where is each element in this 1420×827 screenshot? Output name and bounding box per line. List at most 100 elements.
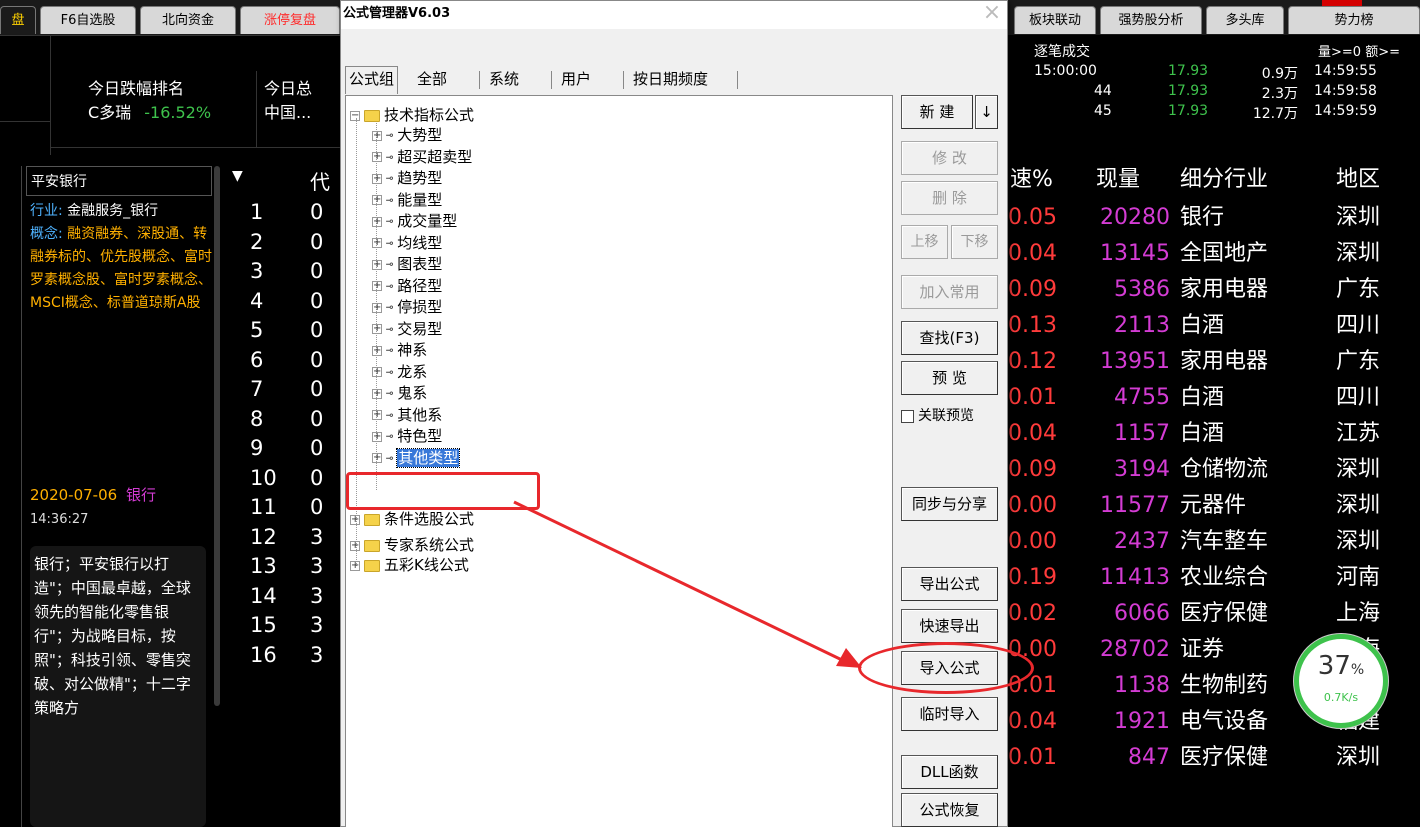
region-cell: 深圳 (1336, 457, 1381, 482)
news-content[interactable]: 银行；平安银行以打造"；中国最卓越，全球领先的智能化零售银行"；为战略目标，按照… (30, 546, 206, 827)
sort-arrow-icon[interactable]: ▼ (232, 168, 243, 184)
code-column-header[interactable]: 代 (310, 166, 330, 195)
col-header-industry[interactable]: 细分行业 (1180, 160, 1268, 200)
volume-filter[interactable]: 量>=0 额>= (1318, 41, 1400, 60)
edit-formula-button[interactable]: 修 改 (901, 141, 998, 175)
tick-time-2: 14:59:55 (1314, 63, 1377, 79)
ranking-entry[interactable]: C多瑞 -16.52% (88, 99, 211, 123)
tree-node-colored-candle[interactable]: + 五彩K线公式 (350, 556, 469, 575)
tree-node-formula-type[interactable]: + ⊸ 图表型 (372, 255, 442, 274)
rank-table-row[interactable]: 80 (222, 407, 340, 436)
find-button[interactable]: 查找(F3) (901, 321, 998, 355)
rank-table-row[interactable]: 20 (222, 230, 340, 259)
quick-export-button[interactable]: 快速导出 (901, 609, 998, 643)
tree-node-formula-type[interactable]: + ⊸ 其他系 (372, 406, 442, 425)
quote-table-row[interactable]: 0.12 13951 家用电器 广东 (1008, 344, 1420, 380)
speed-cell: 0.09 (1008, 277, 1057, 302)
rank-table-header: ▼ 代 (222, 166, 340, 196)
col-header-region[interactable]: 地区 (1336, 160, 1380, 200)
volume-cell: 2113 (1114, 313, 1170, 338)
col-header-speed[interactable]: 速% (1010, 160, 1053, 200)
rank-table-row[interactable]: 90 (222, 436, 340, 465)
quote-table-row[interactable]: 0.04 1157 白酒 江苏 (1008, 416, 1420, 452)
rank-table-row[interactable]: 12 3 (222, 525, 340, 554)
dll-function-button[interactable]: DLL函数 (901, 755, 998, 789)
stock-name-header[interactable]: 平安银行 (26, 166, 212, 196)
info-scrollbar[interactable] (214, 166, 220, 706)
key-icon: ⊸ (386, 407, 394, 422)
restore-formula-button[interactable]: 公式恢复 (901, 793, 998, 827)
sync-share-button[interactable]: 同步与分享 (901, 487, 998, 521)
quote-table-row[interactable]: 0.05 20280 银行 深圳 (1008, 200, 1420, 236)
tab-northbound[interactable]: 北向资金 (140, 6, 236, 34)
tree-node-technical-indicators[interactable]: − 技术指标公式 (350, 106, 474, 125)
tree-node-formula-type[interactable]: + ⊸ 特色型 (372, 427, 442, 446)
tree-node-formula-type[interactable]: + ⊸ 鬼系 (372, 384, 427, 403)
quote-table-row[interactable]: 0.00 11577 元器件 深圳 (1008, 488, 1420, 524)
export-formula-button[interactable]: 导出公式 (901, 567, 998, 601)
new-formula-button[interactable]: 新 建 (901, 95, 973, 129)
tree-node-formula-type[interactable]: + ⊸ 路径型 (372, 277, 442, 296)
delete-formula-button[interactable]: 删 除 (901, 181, 998, 215)
quote-table-row[interactable]: 0.09 3194 仓储物流 深圳 (1008, 452, 1420, 488)
col-header-volume[interactable]: 现量 (1096, 160, 1140, 200)
tab-sector-link[interactable]: 板块联动 (1014, 6, 1096, 34)
quote-table-row[interactable]: 0.01 847 医疗保健 深圳 (1008, 740, 1420, 776)
rank-table-row[interactable]: 30 (222, 259, 340, 288)
quote-table-row[interactable]: 0.04 13145 全国地产 深圳 (1008, 236, 1420, 272)
tab-limit-up-review[interactable]: 涨停复盘 (240, 6, 340, 34)
tree-node-formula-type[interactable]: + ⊸ 超买超卖型 (372, 148, 472, 167)
move-down-button[interactable]: 下移 (951, 225, 998, 259)
temp-import-button[interactable]: 临时导入 (901, 697, 998, 731)
rank-table-row[interactable]: 11 0 (222, 495, 340, 524)
rank-table-row[interactable]: 60 (222, 348, 340, 377)
rank-table-row[interactable]: 15 3 (222, 613, 340, 642)
tab-strong-stocks[interactable]: 强势股分析 (1100, 6, 1202, 34)
close-icon[interactable]: × (981, 2, 1003, 25)
tree-node-formula-type[interactable]: + ⊸ 大势型 (372, 126, 442, 145)
new-dropdown-arrow-icon[interactable]: ↓ (975, 95, 998, 129)
tree-node-formula-type[interactable]: + ⊸ 能量型 (372, 191, 442, 210)
tree-node-formula-type[interactable]: + ⊸ 其他类型 (372, 447, 461, 468)
quote-table-row[interactable]: 0.01 4755 白酒 四川 (1008, 380, 1420, 416)
tree-node-formula-type[interactable]: + ⊸ 趋势型 (372, 169, 442, 188)
tree-node-formula-type[interactable]: + ⊸ 交易型 (372, 320, 442, 339)
rank-code: 0 (310, 318, 324, 342)
rank-table-row[interactable]: 40 (222, 289, 340, 318)
add-to-common-button[interactable]: 加入常用 (901, 275, 998, 309)
tab-by-date-frequency[interactable]: 按日期频度 (633, 67, 708, 93)
tree-node-formula-type[interactable]: + ⊸ 均线型 (372, 234, 442, 253)
rank-table-row[interactable]: 70 (222, 377, 340, 406)
rank-table-row[interactable]: 50 (222, 318, 340, 347)
tree-node-stock-screening[interactable]: + 条件选股公式 (350, 510, 474, 529)
ranking-stock-2[interactable]: 中国... (264, 99, 311, 123)
quote-table-row[interactable]: 0.09 5386 家用电器 广东 (1008, 272, 1420, 308)
quote-table-row[interactable]: 0.02 6066 医疗保健 上海 (1008, 596, 1420, 632)
link-preview-checkbox[interactable]: 关联预览 (901, 405, 974, 425)
tree-node-formula-type[interactable]: + ⊸ 龙系 (372, 363, 427, 382)
tree-node-formula-type[interactable]: + ⊸ 神系 (372, 341, 427, 360)
tab-bull-library[interactable]: 多头库 (1206, 6, 1284, 34)
quote-table-row[interactable]: 0.13 2113 白酒 四川 (1008, 308, 1420, 344)
rank-table-row[interactable]: 13 3 (222, 554, 340, 583)
tab-f6-watchlist[interactable]: F6自选股 (40, 6, 136, 34)
quote-table-row[interactable]: 0.00 2437 汽车整车 深圳 (1008, 524, 1420, 560)
tree-node-formula-type[interactable]: + ⊸ 成交量型 (372, 212, 457, 231)
tab-all[interactable]: 全部 (417, 67, 447, 93)
quote-table-row[interactable]: 0.19 11413 农业综合 河南 (1008, 560, 1420, 596)
tree-node-expert-system[interactable]: + 专家系统公式 (350, 536, 474, 555)
network-speed-widget[interactable]: 37% 0.7K/s (1294, 634, 1388, 728)
tree-node-formula-type[interactable]: + ⊸ 停损型 (372, 298, 442, 317)
move-up-button[interactable]: 上移 (901, 225, 948, 259)
tab-market[interactable]: 盘 (0, 6, 36, 34)
rank-table-row[interactable]: 10 (222, 200, 340, 229)
tab-formula-group[interactable]: 公式组 (345, 66, 399, 94)
tab-user[interactable]: 用户 (561, 67, 591, 93)
rank-table-row[interactable]: 10 0 (222, 466, 340, 495)
tab-power-ranking[interactable]: 势力榜 (1288, 6, 1420, 34)
tab-system[interactable]: 系统 (489, 67, 519, 93)
rank-table-row[interactable]: 14 3 (222, 584, 340, 613)
region-cell: 河南 (1336, 565, 1381, 590)
preview-button[interactable]: 预 览 (901, 361, 998, 395)
rank-table-row[interactable]: 16 3 (222, 643, 340, 672)
